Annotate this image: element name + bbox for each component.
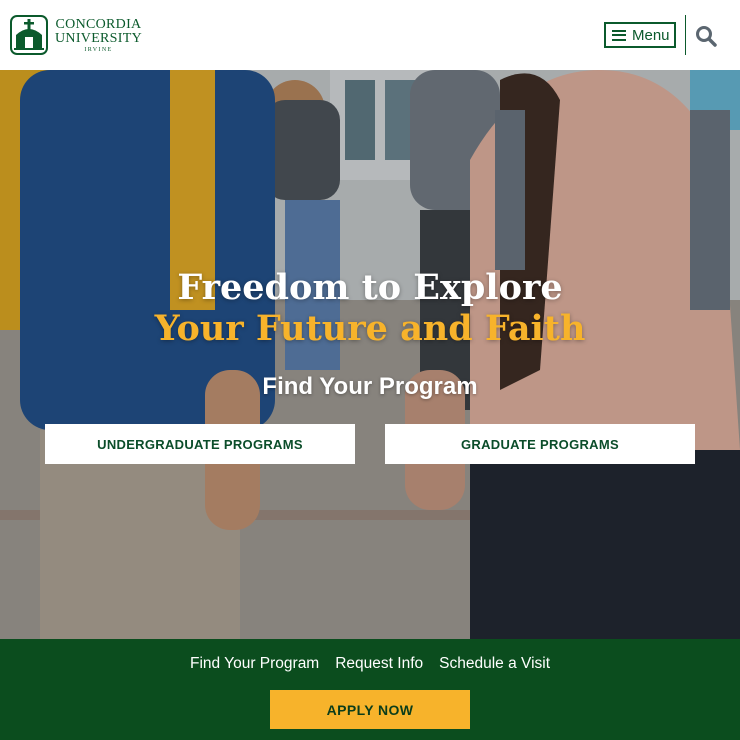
bottom-links: Find Your Program Request Info Schedule … <box>0 655 740 673</box>
graduate-programs-button[interactable]: GRADUATE PROGRAMS <box>385 424 695 464</box>
hero-section: Freedom to Explore Your Future and Faith… <box>0 70 740 639</box>
hero-overlay <box>0 70 740 639</box>
site-header: CONCORDIA UNIVERSITY IRVINE Menu <box>0 0 740 70</box>
hero-title-line-1: Freedom to Explore <box>177 267 563 308</box>
find-program-heading: Find Your Program <box>262 373 478 400</box>
logo-line-3: IRVINE <box>84 46 113 53</box>
logo-line-1: CONCORDIA <box>55 16 142 32</box>
hero-title: Freedom to Explore Your Future and Faith <box>0 267 740 349</box>
schedule-visit-link[interactable]: Schedule a Visit <box>439 655 550 673</box>
header-divider <box>685 15 686 55</box>
search-icon <box>696 26 717 47</box>
request-info-link[interactable]: Request Info <box>335 655 423 673</box>
university-logo[interactable]: CONCORDIA UNIVERSITY IRVINE <box>10 15 142 55</box>
hero-title-line-2: Your Future and Faith <box>154 308 586 349</box>
find-your-program-link[interactable]: Find Your Program <box>190 655 319 673</box>
chapel-seal-icon <box>10 15 48 55</box>
menu-label: Menu <box>632 26 670 44</box>
menu-button[interactable]: Menu <box>604 22 676 48</box>
apply-now-button[interactable]: APPLY NOW <box>270 690 470 729</box>
logo-line-2: UNIVERSITY <box>55 30 142 46</box>
search-button[interactable] <box>694 24 718 48</box>
logo-wordmark: CONCORDIA UNIVERSITY IRVINE <box>55 16 142 53</box>
bottom-action-bar: Find Your Program Request Info Schedule … <box>0 639 740 740</box>
hamburger-icon <box>612 29 626 41</box>
undergraduate-programs-button[interactable]: UNDERGRADUATE PROGRAMS <box>45 424 355 464</box>
